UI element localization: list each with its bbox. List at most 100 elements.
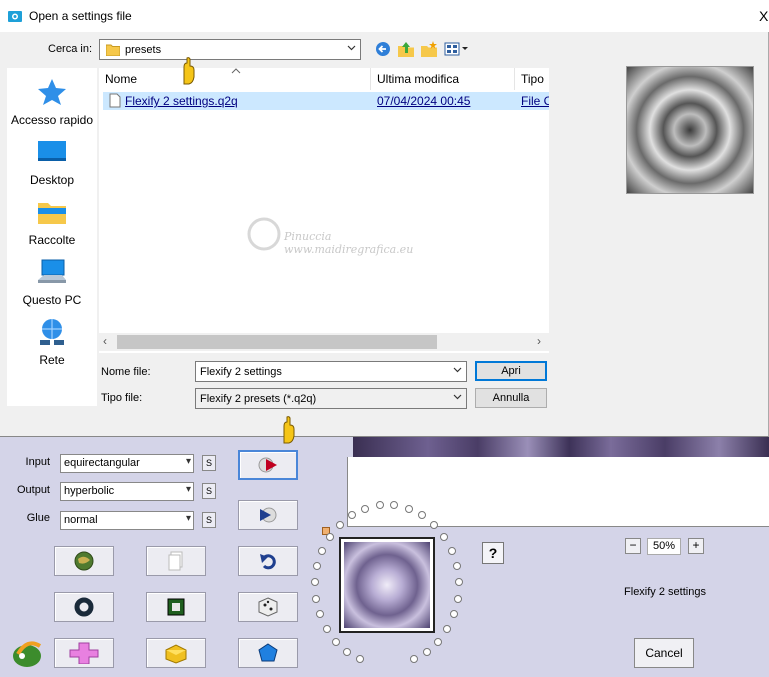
- pointing-hand-icon: [183, 57, 195, 85]
- file-list: Nome Ultima modifica Tipo Flexify 2 sett…: [99, 68, 549, 353]
- place-this-pc[interactable]: Questo PC: [7, 258, 97, 307]
- filename-value: Flexify 2 settings: [200, 366, 282, 378]
- back-icon[interactable]: [374, 40, 392, 58]
- open-button[interactable]: Apri: [475, 361, 547, 381]
- sort-arrow-icon: [231, 68, 241, 74]
- zoom-out-button[interactable]: −: [625, 538, 641, 554]
- orbit-dot[interactable]: [335, 520, 344, 529]
- filetype-label: Tipo file:: [101, 392, 143, 404]
- block-tool-button[interactable]: [146, 638, 206, 668]
- thumbnail-preview[interactable]: [339, 537, 435, 633]
- chevron-down-icon: [453, 367, 462, 373]
- folder-icon: [106, 44, 120, 56]
- file-modified: 07/04/2024 00:45: [377, 94, 471, 108]
- place-label: Questo PC: [22, 293, 82, 307]
- orbit-dot[interactable]: [433, 637, 442, 646]
- file-row[interactable]: Flexify 2 settings.q2q 07/04/2024 00:45 …: [103, 92, 549, 110]
- load-preset-button[interactable]: [238, 450, 298, 480]
- play-load-icon: [258, 457, 277, 473]
- ring-icon: [74, 597, 94, 617]
- look-in-select[interactable]: presets: [99, 39, 361, 60]
- undo-button[interactable]: [238, 546, 298, 576]
- orbit-dot[interactable]: [313, 562, 322, 570]
- globe-icon: [74, 551, 94, 571]
- computer-icon: [38, 259, 66, 283]
- places-bar: Accesso rapido Desktop Raccolte Questo P…: [7, 68, 97, 406]
- orbit-dot[interactable]: [409, 655, 418, 664]
- filetype-select[interactable]: Flexify 2 presets (*.q2q): [195, 388, 467, 409]
- orbit-dot[interactable]: [322, 624, 331, 633]
- input-label: Input: [25, 456, 50, 468]
- up-folder-icon[interactable]: [397, 40, 415, 58]
- watermark-text: Pinuccia: [284, 230, 332, 243]
- place-libraries[interactable]: Raccolte: [7, 198, 97, 247]
- pink-cross-icon: [69, 642, 99, 664]
- output-label: Output: [16, 484, 50, 496]
- plus-tool-button[interactable]: [54, 638, 114, 668]
- new-folder-icon[interactable]: [420, 40, 438, 58]
- save-preset-button[interactable]: [238, 500, 298, 530]
- watermark-logo-icon: [247, 217, 281, 251]
- column-label: Tipo: [521, 72, 544, 86]
- frame-tool-button[interactable]: [146, 592, 206, 622]
- view-menu-icon[interactable]: [444, 40, 470, 58]
- place-network[interactable]: Rete: [7, 318, 97, 367]
- random-button[interactable]: [238, 592, 298, 622]
- cancel-button[interactable]: Annulla: [475, 388, 547, 408]
- ring-tool-button[interactable]: [54, 592, 114, 622]
- orbit-dot[interactable]: [448, 546, 456, 555]
- output-s-button[interactable]: S: [202, 483, 216, 499]
- gem-tool-button[interactable]: [238, 638, 298, 668]
- watermark: Pinuccia www.maidiregrafica.eu: [244, 212, 424, 262]
- filename-input[interactable]: Flexify 2 settings: [195, 361, 467, 382]
- glue-select[interactable]: normal ▾: [60, 511, 194, 530]
- orbit-dot[interactable]: [317, 546, 326, 555]
- column-header-modified[interactable]: Ultima modifica: [371, 68, 515, 90]
- filename-label: Nome file:: [101, 366, 151, 378]
- orbit-dot[interactable]: [452, 562, 461, 570]
- chevron-down-icon: [347, 45, 356, 51]
- input-select[interactable]: equirectangular ▾: [60, 454, 194, 473]
- orbit-dot[interactable]: [361, 504, 370, 513]
- place-desktop[interactable]: Desktop: [7, 138, 97, 187]
- chevron-down-icon: [453, 394, 462, 400]
- column-label: Nome: [105, 72, 138, 86]
- scroll-thumb[interactable]: [117, 335, 437, 349]
- orbit-dot[interactable]: [332, 637, 341, 646]
- place-label: Raccolte: [28, 233, 76, 247]
- orbit-dot[interactable]: [347, 511, 356, 520]
- horizontal-scrollbar[interactable]: ‹ ›: [99, 333, 549, 351]
- orbit-dot[interactable]: [325, 532, 334, 541]
- scroll-right-icon[interactable]: ›: [537, 334, 541, 348]
- place-label: Accesso rapido: [10, 113, 94, 127]
- place-quick-access[interactable]: Accesso rapido: [7, 78, 97, 127]
- copy-button[interactable]: [146, 546, 206, 576]
- thumbnail-image: [344, 542, 430, 628]
- glue-value: normal: [64, 514, 98, 526]
- orbit-dot[interactable]: [312, 594, 321, 603]
- close-button[interactable]: X: [759, 8, 768, 24]
- orbit-dot[interactable]: [404, 504, 413, 513]
- input-s-button[interactable]: S: [202, 455, 216, 471]
- orbit-dot[interactable]: [453, 594, 462, 603]
- scroll-left-icon[interactable]: ‹: [103, 334, 107, 348]
- gold-block-icon: [165, 644, 187, 664]
- orbit-dot[interactable]: [440, 532, 449, 541]
- place-label: Desktop: [29, 173, 75, 187]
- orbit-dot[interactable]: [443, 624, 452, 633]
- orbit-dot[interactable]: [430, 520, 439, 529]
- flexify-cancel-button[interactable]: Cancel: [634, 638, 694, 668]
- globe-tool-button[interactable]: [54, 546, 114, 576]
- preset-name-label: Flexify 2 settings: [624, 586, 706, 598]
- glue-s-button[interactable]: S: [202, 512, 216, 528]
- look-in-value: presets: [125, 44, 162, 56]
- output-select[interactable]: hyperbolic ▾: [60, 482, 194, 501]
- network-icon: [40, 319, 64, 345]
- blue-gem-icon: [258, 643, 278, 662]
- column-header-type[interactable]: Tipo: [515, 68, 549, 90]
- file-name: Flexify 2 settings.q2q: [125, 94, 238, 108]
- output-value: hyperbolic: [64, 485, 115, 497]
- zoom-in-button[interactable]: +: [688, 538, 704, 554]
- help-button[interactable]: ?: [482, 542, 504, 564]
- orbit-dot[interactable]: [422, 647, 431, 656]
